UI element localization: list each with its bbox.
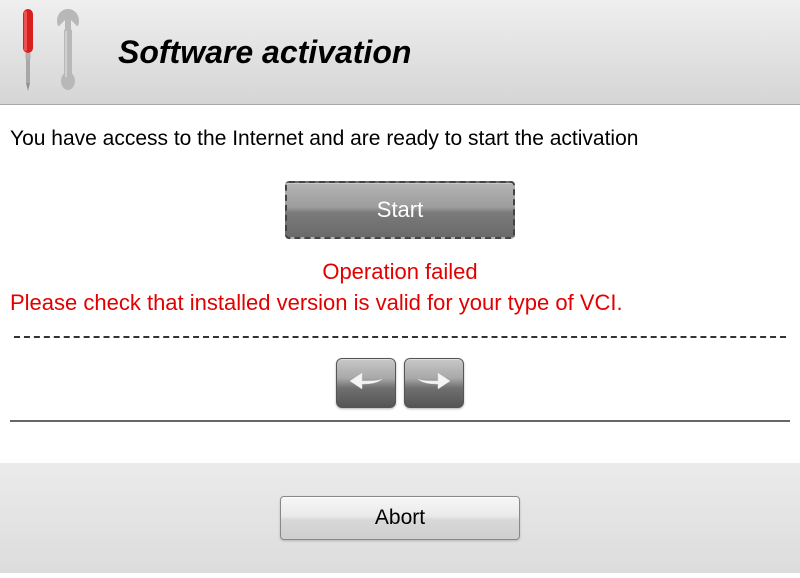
forward-button[interactable]: [404, 358, 464, 408]
nav-controls: [10, 348, 790, 422]
footer-bar: Abort: [0, 463, 800, 573]
header-bar: Software activation: [0, 0, 800, 105]
error-line-1: Operation failed: [10, 257, 790, 288]
page-title: Software activation: [118, 34, 411, 71]
back-button[interactable]: [336, 358, 396, 408]
wrench-icon: [48, 9, 88, 96]
start-button-container: Start: [10, 181, 790, 239]
main-content: You have access to the Internet and are …: [0, 105, 800, 463]
screwdriver-icon: [12, 9, 44, 96]
error-line-2: Please check that installed version is v…: [10, 290, 790, 316]
section-divider: [14, 336, 786, 338]
arrow-left-icon: [348, 369, 384, 396]
start-button[interactable]: Start: [285, 181, 515, 239]
abort-button[interactable]: Abort: [280, 496, 520, 540]
error-message: Operation failed: [10, 257, 790, 288]
header-icon-group: [12, 9, 88, 96]
arrow-right-icon: [416, 369, 452, 396]
instruction-text: You have access to the Internet and are …: [10, 127, 790, 151]
